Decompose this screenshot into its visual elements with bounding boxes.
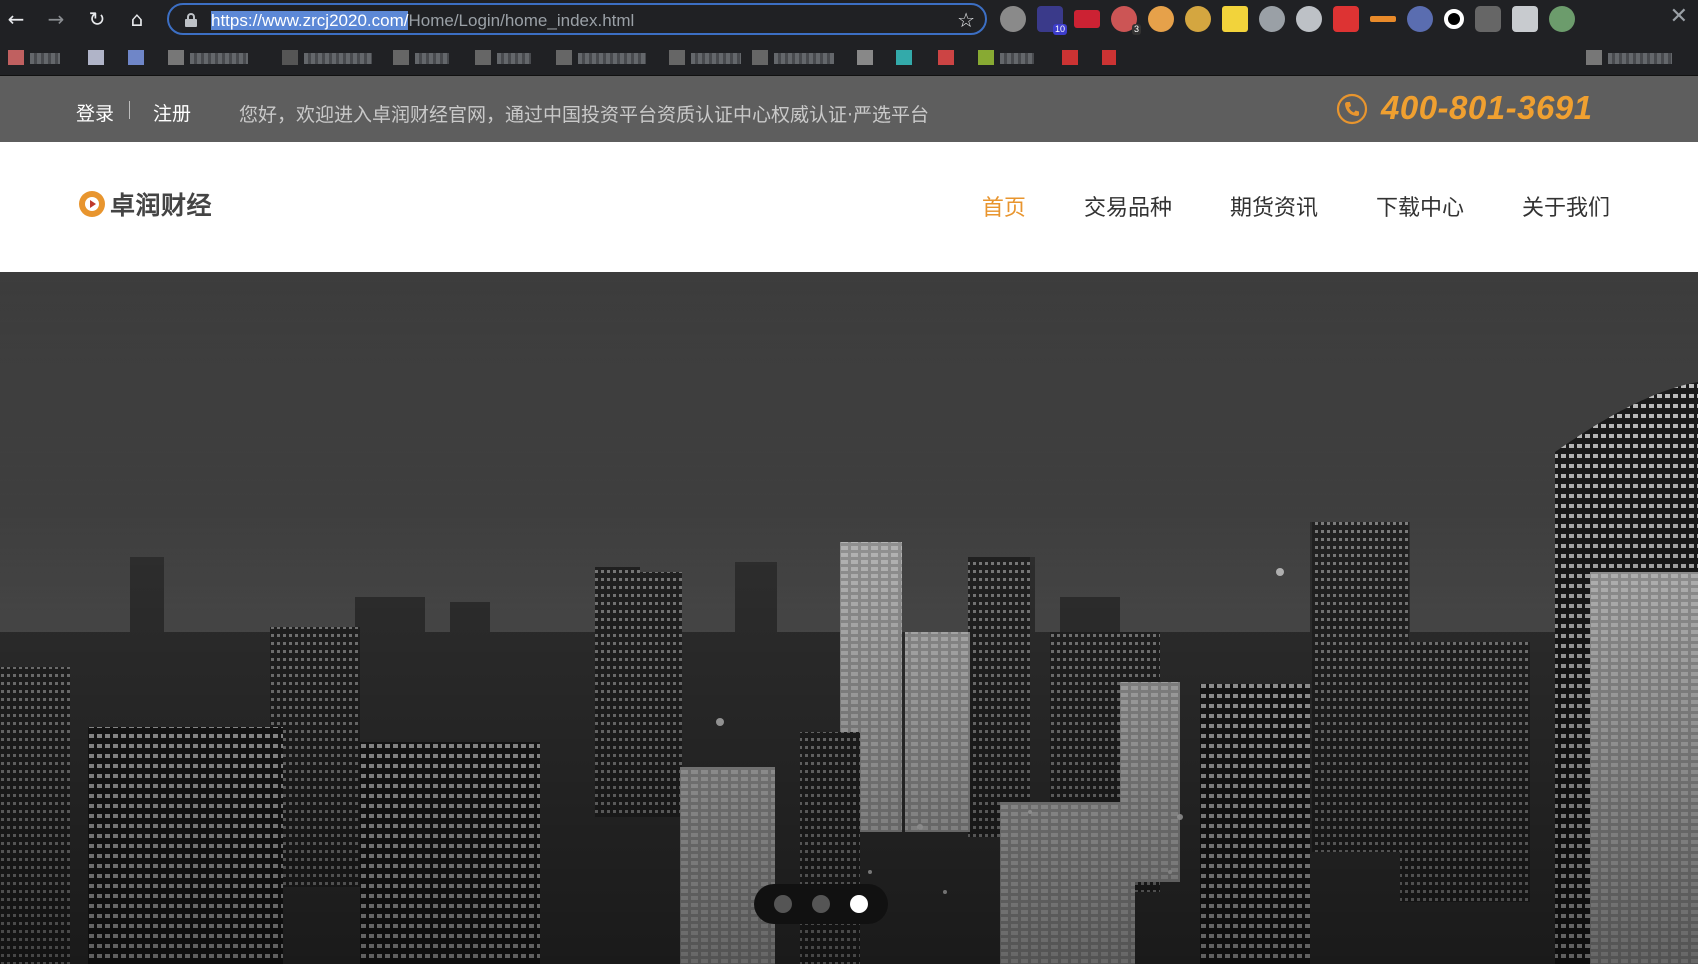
bookmark-item[interactable]: [938, 50, 960, 65]
extension-icon[interactable]: [1000, 6, 1026, 32]
extension-icon[interactable]: [1475, 6, 1501, 32]
main-nav: 首页 交易品种 期货资讯 下载中心 关于我们: [982, 190, 1610, 222]
extensions-area: 10 3: [1000, 5, 1575, 35]
site-header: 卓润财经 首页 交易品种 期货资讯 下载中心 关于我们: [0, 142, 1698, 272]
js-icon[interactable]: [1222, 6, 1248, 32]
bookmark-item[interactable]: [556, 50, 646, 65]
nav-futures-news[interactable]: 期货资讯: [1230, 190, 1318, 222]
cookie-icon[interactable]: [1185, 6, 1211, 32]
avatar[interactable]: [1549, 6, 1575, 32]
nav-download-center[interactable]: 下载中心: [1376, 190, 1464, 222]
lock-icon[interactable]: [185, 13, 197, 27]
back-icon[interactable]: ←: [2, 5, 30, 33]
register-link[interactable]: 注册: [153, 99, 191, 126]
nav-home[interactable]: 首页: [982, 190, 1026, 222]
extension-icon[interactable]: 10: [1037, 6, 1067, 35]
url-text[interactable]: https://www.zrcj2020.com/Home/Login/home…: [211, 11, 634, 31]
bookmark-item[interactable]: [128, 50, 150, 65]
bookmark-item[interactable]: [8, 50, 60, 65]
dice-icon[interactable]: [1333, 6, 1359, 32]
bookmark-item[interactable]: [168, 50, 248, 65]
ip-icon[interactable]: [1296, 6, 1322, 32]
carousel-indicators: [754, 884, 888, 924]
bookmark-item[interactable]: [978, 50, 1034, 65]
bookmark-item[interactable]: [1062, 50, 1084, 65]
globe-icon[interactable]: [1407, 6, 1433, 32]
bookmark-item[interactable]: [393, 50, 449, 65]
logo[interactable]: 卓润财经: [78, 188, 212, 220]
extension-icon[interactable]: [1148, 6, 1174, 32]
puzzle-icon[interactable]: [1512, 6, 1538, 32]
extension-icon[interactable]: [1370, 16, 1396, 22]
bookmark-item[interactable]: [282, 50, 372, 65]
extension-icon[interactable]: [1444, 9, 1464, 29]
logo-text: 卓润财经: [110, 191, 213, 220]
home-icon[interactable]: ⌂: [123, 5, 151, 33]
extension-icon[interactable]: 3: [1111, 6, 1141, 35]
phone-number[interactable]: 400-801-3691: [1381, 89, 1593, 127]
address-bar[interactable]: https://www.zrcj2020.com/Home/Login/home…: [167, 3, 987, 35]
close-icon[interactable]: ✕: [1670, 4, 1688, 29]
flag-icon[interactable]: [1074, 10, 1100, 28]
bookmark-item[interactable]: [857, 50, 879, 65]
nav-trading-products[interactable]: 交易品种: [1084, 190, 1172, 222]
bookmark-item[interactable]: [1586, 50, 1672, 65]
divider: [129, 101, 130, 119]
bookmark-item[interactable]: [669, 50, 741, 65]
login-link[interactable]: 登录: [76, 99, 114, 126]
carousel-dot-active[interactable]: [850, 895, 868, 913]
star-icon[interactable]: ☆: [957, 8, 975, 32]
bookmark-item[interactable]: [752, 50, 834, 65]
nav-about-us[interactable]: 关于我们: [1522, 190, 1610, 222]
bookmark-item[interactable]: [88, 50, 110, 65]
logo-icon: [79, 191, 105, 217]
site-topbar: 登录 注册 您好，欢迎进入卓润财经官网，通过中国投资平台资质认证中心权威认证·严…: [0, 76, 1698, 142]
welcome-text: 您好，欢迎进入卓润财经官网，通过中国投资平台资质认证中心权威认证·严选平台: [239, 104, 930, 126]
carousel-dot[interactable]: [774, 895, 792, 913]
forward-icon[interactable]: →: [42, 5, 70, 33]
bookmarks-bar: [0, 38, 1698, 76]
phone-icon: [1336, 93, 1368, 125]
bookmark-item[interactable]: [896, 50, 918, 65]
browser-toolbar: ← → ↻ ⌂ https://www.zrcj2020.com/Home/Lo…: [0, 0, 1698, 38]
bookmark-item[interactable]: [1102, 50, 1122, 65]
bookmark-item[interactable]: [475, 50, 531, 65]
city-skyline-image: [0, 272, 1698, 964]
reload-icon[interactable]: ↻: [83, 5, 111, 33]
extension-icon[interactable]: [1259, 6, 1285, 32]
hero-banner[interactable]: [0, 272, 1698, 964]
carousel-dot[interactable]: [812, 895, 830, 913]
